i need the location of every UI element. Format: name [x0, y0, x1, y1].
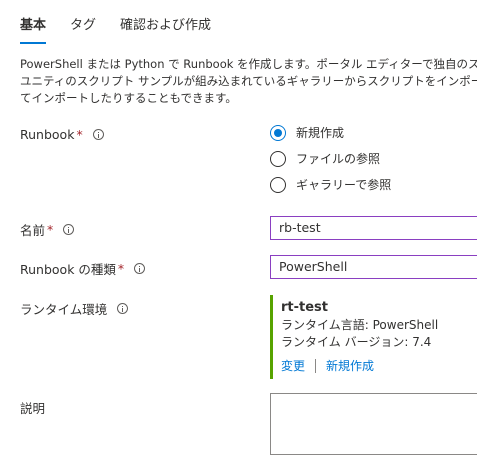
- intro-line-1: PowerShell または Python で Runbook を作成します。ポ…: [20, 57, 477, 71]
- tab-basics[interactable]: 基本: [20, 16, 47, 44]
- info-icon[interactable]: [117, 303, 129, 314]
- intro-description: PowerShell または Python で Runbook を作成します。ポ…: [20, 56, 477, 107]
- radio-unchecked-icon[interactable]: [270, 150, 286, 167]
- runbook-type-label-text: Runbook の種類: [20, 262, 116, 277]
- description-label: 説明: [20, 398, 45, 417]
- required-mark: *: [117, 261, 125, 276]
- runtime-env-name: rt-test: [281, 300, 329, 315]
- change-runtime-link[interactable]: 変更: [281, 357, 305, 374]
- name-label-text: 名前: [20, 223, 46, 238]
- runtime-language: ランタイム言語: PowerShell: [281, 318, 439, 332]
- intro-line-2: ユニティのスクリプト サンプルが組み込まれているギャラリーからスクリプトをインポ…: [20, 74, 477, 88]
- radio-browse-gallery-label: ギャラリーで参照: [296, 178, 392, 192]
- info-icon[interactable]: [63, 224, 75, 235]
- radio-browse-gallery[interactable]: ギャラリーで参照: [270, 176, 391, 193]
- info-icon[interactable]: [134, 263, 146, 274]
- runtime-env-label-text: ランタイム環境: [20, 302, 108, 317]
- runtime-env-label: ランタイム環境: [20, 299, 129, 318]
- name-input[interactable]: rb-test: [270, 216, 477, 240]
- radio-browse-file-label: ファイルの参照: [296, 152, 381, 166]
- intro-line-3: てインポートしたりすることもできます。: [20, 91, 237, 105]
- required-mark: *: [76, 127, 83, 142]
- radio-checked-icon[interactable]: [270, 124, 286, 141]
- required-mark: *: [47, 222, 54, 237]
- divider: [315, 358, 317, 373]
- description-textarea[interactable]: [270, 393, 477, 455]
- runtime-version: ランタイム バージョン: 7.4: [281, 335, 432, 349]
- name-label: 名前 *: [20, 220, 75, 239]
- runbook-label-text: Runbook: [20, 127, 75, 142]
- runtime-actions: 変更 新規作成: [281, 357, 438, 374]
- info-icon[interactable]: [92, 129, 104, 140]
- radio-create-new-label: 新規作成: [296, 126, 345, 140]
- runbook-label: Runbook *: [20, 127, 104, 142]
- create-runtime-link[interactable]: 新規作成: [326, 357, 374, 374]
- runbook-type-label: Runbook の種類 *: [20, 259, 146, 278]
- runtime-env-card: rt-test ランタイム言語: PowerShell ランタイム バージョン:…: [270, 295, 438, 379]
- description-label-text: 説明: [20, 401, 46, 416]
- tab-bar: 基本 タグ 確認および作成: [20, 16, 235, 44]
- radio-unchecked-icon[interactable]: [270, 176, 286, 193]
- radio-browse-file[interactable]: ファイルの参照: [270, 150, 380, 167]
- tab-tags[interactable]: タグ: [70, 16, 96, 44]
- tab-review-create[interactable]: 確認および作成: [120, 16, 211, 44]
- runbook-type-dropdown[interactable]: PowerShell: [270, 255, 477, 279]
- radio-create-new[interactable]: 新規作成: [270, 124, 344, 141]
